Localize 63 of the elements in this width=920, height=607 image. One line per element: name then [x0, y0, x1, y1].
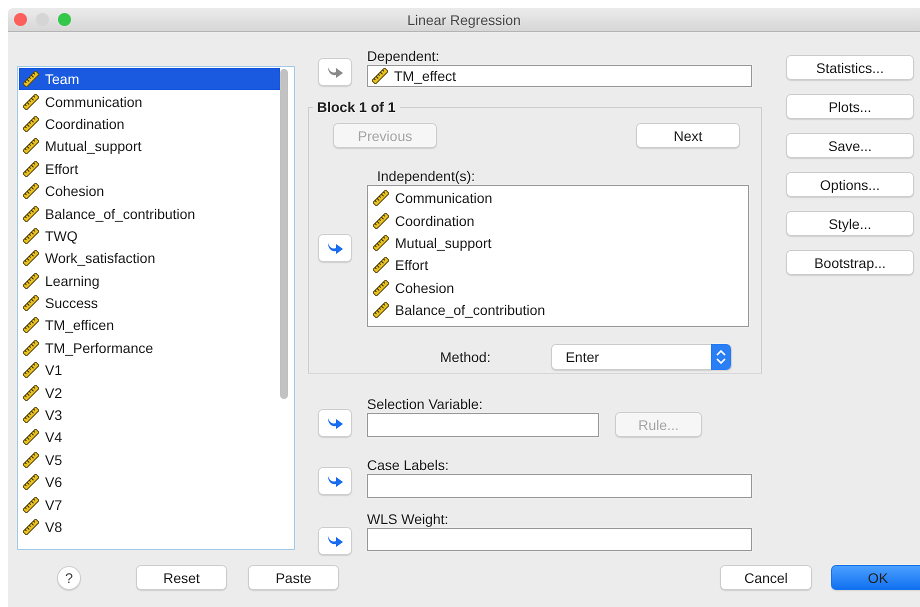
- variable-item[interactable]: Mutual_support: [368, 232, 748, 254]
- variable-item[interactable]: V1: [19, 359, 280, 382]
- scrollbar[interactable]: [280, 69, 288, 399]
- variable-item[interactable]: Cohesion: [19, 180, 280, 202]
- variable-item[interactable]: Balance_of_contribution: [368, 298, 748, 322]
- variable-item[interactable]: Effort: [368, 254, 748, 277]
- variable-item[interactable]: Success: [19, 292, 280, 314]
- variable-item[interactable]: V6: [19, 471, 280, 494]
- variable-item[interactable]: Learning: [19, 270, 280, 292]
- ruler-icon: [23, 519, 39, 535]
- variable-item[interactable]: Coordination: [19, 112, 280, 136]
- variable-item[interactable]: Communication: [368, 187, 748, 210]
- field-label: Independent(s):: [376, 168, 476, 185]
- variable-item[interactable]: TM_efficen: [19, 314, 280, 337]
- field-label: Dependent:: [367, 48, 440, 65]
- group-title: Block 1 of 1: [316, 99, 397, 115]
- move-arrow-button[interactable]: [318, 467, 352, 495]
- method-select[interactable]: Enter: [550, 344, 732, 370]
- input-field[interactable]: [367, 474, 752, 498]
- window-title: Linear Regression: [406, 12, 522, 28]
- dialog-button[interactable]: Cancel: [720, 565, 812, 590]
- variable-item[interactable]: V2: [19, 381, 280, 404]
- variable-item[interactable]: Balance_of_contribution: [19, 202, 280, 225]
- variable-item[interactable]: Coordination: [368, 209, 748, 232]
- close-button[interactable]: [14, 13, 27, 26]
- variable-item[interactable]: V7: [19, 493, 280, 516]
- variable-item[interactable]: V8: [19, 516, 280, 538]
- method-label: Method:: [440, 348, 491, 366]
- dialog-button[interactable]: Bootstrap...: [786, 250, 914, 275]
- nav-button[interactable]: Next: [636, 123, 740, 148]
- dialog-button[interactable]: Statistics...: [786, 55, 914, 80]
- variable-item[interactable]: TM_Performance: [19, 336, 280, 360]
- variable-item[interactable]: Mutual_support: [19, 135, 280, 158]
- field-label: Selection Variable:: [367, 396, 484, 413]
- input-field[interactable]: [367, 413, 599, 437]
- dialog-button[interactable]: OK: [831, 565, 920, 590]
- dialog-button[interactable]: Reset: [136, 565, 227, 590]
- dialog-button[interactable]: Save...: [786, 133, 914, 158]
- dialog-button[interactable]: Options...: [786, 172, 914, 197]
- variable-name: TM_effect: [394, 68, 456, 84]
- field-label: Case Labels:: [367, 457, 450, 474]
- variable-item[interactable]: Effort: [19, 158, 280, 180]
- variable-item[interactable]: Team: [19, 68, 280, 90]
- variable-item[interactable]: Cohesion: [368, 276, 748, 299]
- dialog-button[interactable]: Style...: [786, 211, 914, 236]
- zoom-button[interactable]: [58, 13, 71, 26]
- variable-item[interactable]: V3: [19, 404, 280, 426]
- field-label: WLS Weight:: [367, 511, 450, 528]
- stepper-icon: [710, 344, 731, 370]
- dependent-field[interactable]: TM_effect: [367, 65, 752, 87]
- variable-item[interactable]: V5: [19, 448, 280, 472]
- variable-item[interactable]: Work_satisfaction: [19, 247, 280, 270]
- input-field[interactable]: [367, 528, 752, 551]
- help-button[interactable]: ?: [57, 566, 81, 590]
- move-arrow-button[interactable]: [318, 409, 352, 437]
- ruler-icon: [372, 68, 388, 84]
- move-arrow-button[interactable]: [318, 234, 352, 262]
- variable-item[interactable]: Communication: [19, 90, 280, 113]
- variable-item[interactable]: TWQ: [19, 224, 280, 248]
- dialog-button[interactable]: Plots...: [786, 94, 914, 119]
- variable-item[interactable]: V4: [19, 426, 280, 449]
- dialog-button[interactable]: Paste: [248, 565, 339, 590]
- move-arrow-button[interactable]: [318, 527, 352, 555]
